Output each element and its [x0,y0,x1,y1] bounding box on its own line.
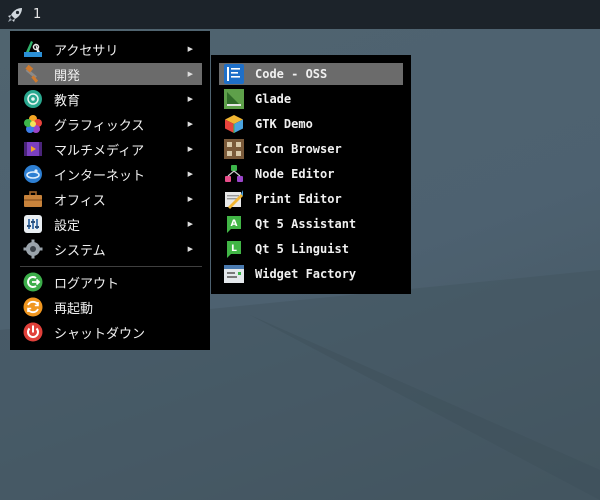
submenu-item-label: Widget Factory [255,267,357,281]
submenu-item-print-editor[interactable]: Print Editor [219,188,403,210]
menu-item-office[interactable]: オフィス ▶ [18,188,202,210]
development-submenu: Code - OSS Glade GTK Demo Icon Browser N… [211,55,411,294]
submenu-item-widget-factory[interactable]: Widget Factory [219,263,403,285]
settings-icon [24,215,42,233]
menu-item-label: グラフィックス [54,118,145,134]
submenu-arrow-icon: ▶ [187,145,193,153]
office-icon [24,191,42,207]
submenu-arrow-icon: ▶ [187,120,193,128]
menu-separator [20,266,202,267]
graphics-icon [24,115,42,133]
submenu-item-label: GTK Demo [255,117,313,131]
menu-item-multimedia[interactable]: マルチメディア ▶ [18,138,202,160]
submenu-arrow-icon: ▶ [187,45,193,53]
menu-item-label: 設定 [54,218,81,234]
menu-item-label: マルチメディア [54,143,145,159]
accessories-icon [24,41,42,57]
menu-item-label: アクセサリ [54,43,119,59]
menu-item-education[interactable]: 教育 ▶ [18,88,202,110]
submenu-item-label: Node Editor [255,167,335,181]
education-icon [24,90,42,108]
menu-item-label: 教育 [54,93,81,109]
svg-text:L: L [231,244,237,254]
qt-assistant-icon: A [227,216,241,233]
print-editor-icon [225,190,243,209]
menu-item-system[interactable]: システム ▶ [18,238,202,260]
submenu-item-qt-assistant[interactable]: A Qt 5 Assistant [219,213,403,235]
submenu-item-label: Glade [255,92,292,106]
submenu-item-label: Icon Browser [255,142,342,156]
qt-linguist-icon: L [227,241,241,258]
menu-item-label: シャットダウン [54,326,146,342]
workspace-indicator[interactable]: 1 [33,7,41,22]
submenu-item-gtk-demo[interactable]: GTK Demo [219,113,403,135]
shutdown-icon [23,322,43,342]
menu-item-shutdown[interactable]: シャットダウン [18,321,202,343]
submenu-item-node-editor[interactable]: Node Editor [219,163,403,185]
submenu-item-label: Qt 5 Linguist [255,242,349,256]
submenu-item-icon-browser[interactable]: Icon Browser [219,138,403,160]
submenu-arrow-icon: ▶ [187,195,193,203]
glade-icon [224,89,244,109]
menu-item-logout[interactable]: ログアウト [18,271,202,293]
menu-item-label: システム [54,243,106,259]
code-oss-icon [224,64,244,84]
submenu-arrow-icon: ▶ [187,95,193,103]
rocket-icon [8,7,22,22]
submenu-item-label: Print Editor [255,192,342,206]
launcher-button[interactable] [0,0,30,29]
internet-icon [24,165,42,183]
menu-item-label: ログアウト [54,276,120,292]
icon-browser-icon [224,139,244,159]
menu-item-label: 再起動 [54,301,94,317]
node-editor-icon [225,165,243,182]
menu-item-graphics[interactable]: グラフィックス ▶ [18,113,202,135]
submenu-arrow-icon: ▶ [187,245,193,253]
menu-item-development[interactable]: 開発 ▶ [18,63,202,85]
submenu-item-glade[interactable]: Glade [219,88,403,110]
submenu-item-label: Qt 5 Assistant [255,217,357,231]
menu-item-internet[interactable]: インターネット ▶ [18,163,202,185]
logout-icon [23,272,43,292]
submenu-item-code-oss[interactable]: Code - OSS [219,63,403,85]
menu-item-label: インターネット [54,168,146,184]
taskbar: 1 [0,0,600,29]
submenu-arrow-icon: ▶ [187,70,193,78]
svg-text:A: A [231,219,238,229]
multimedia-icon [24,142,42,156]
application-menu: アクセサリ ▶ 開発 ▶ 教育 ▶ グラフィックス ▶ マルチメディア ▶ イン… [10,31,210,350]
submenu-item-qt-linguist[interactable]: L Qt 5 Linguist [219,238,403,260]
menu-item-label: オフィス [54,193,106,209]
development-icon [25,64,39,83]
menu-item-label: 開発 [54,68,81,84]
menu-item-accessories[interactable]: アクセサリ ▶ [18,38,202,60]
gtk-demo-icon [225,115,243,133]
menu-item-reboot[interactable]: 再起動 [18,296,202,318]
submenu-item-label: Code - OSS [255,67,328,81]
submenu-arrow-icon: ▶ [187,220,193,228]
reboot-icon [23,297,43,317]
submenu-arrow-icon: ▶ [187,170,193,178]
system-icon [23,239,43,259]
menu-item-settings[interactable]: 設定 ▶ [18,213,202,235]
widget-factory-icon [224,265,244,283]
